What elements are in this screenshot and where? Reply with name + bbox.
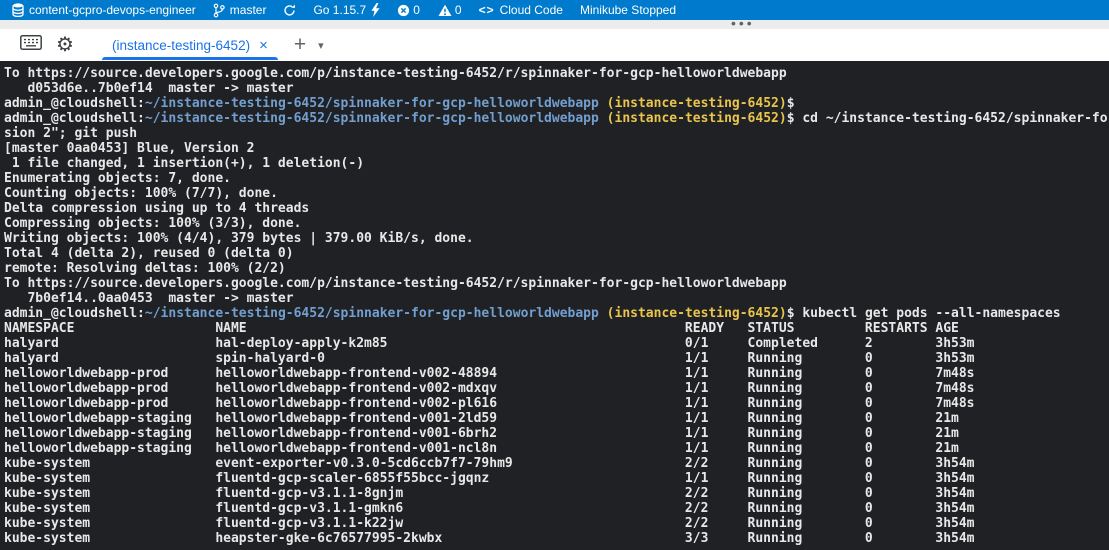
terminal-line: [master 0aa0453] Blue, Version 2 — [4, 141, 1109, 156]
terminal-line: helloworldwebapp-prod helloworldwebapp-f… — [4, 381, 1109, 396]
panel-drag-strip: ••• — [0, 20, 1109, 29]
error-count: 0 — [413, 3, 420, 17]
terminal[interactable]: To https://source.developers.google.com/… — [0, 61, 1109, 550]
statusbar-project-label: content-gcpro-devops-engineer — [29, 3, 196, 17]
statusbar-minikube-status[interactable]: Minikube Stopped — [580, 0, 676, 20]
terminal-line: Total 4 (delta 2), reused 0 (delta 0) — [4, 246, 1109, 261]
terminal-line: kube-system fluentd-gcp-v3.1.1-gmkn6 2/2… — [4, 501, 1109, 516]
terminal-line: halyard hal-deploy-apply-k2m85 0/1 Compl… — [4, 336, 1109, 351]
keyboard-icon — [20, 35, 42, 55]
terminal-line: Compressing objects: 100% (3/3), done. — [4, 216, 1109, 231]
keyboard-button[interactable] — [16, 31, 46, 59]
add-tab-button[interactable]: + — [294, 33, 306, 57]
tab-instance-testing-6452[interactable]: (instance-testing-6452) × — [100, 29, 280, 61]
terminal-line: remote: Resolving deltas: 100% (2/2) — [4, 261, 1109, 276]
terminal-line: Writing objects: 100% (4/4), 379 bytes |… — [4, 231, 1109, 246]
terminal-line: 7b0ef14..0aa0453 master -> master — [4, 291, 1109, 306]
terminal-line: helloworldwebapp-staging helloworldwebap… — [4, 426, 1109, 441]
terminal-line: helloworldwebapp-staging helloworldwebap… — [4, 411, 1109, 426]
terminal-line: sion 2"; git push — [4, 126, 1109, 141]
database-icon — [12, 3, 24, 17]
terminal-line: admin_@cloudshell:~/instance-testing-645… — [4, 111, 1109, 126]
statusbar-cloud-code[interactable]: <> Cloud Code — [479, 0, 563, 20]
tab-label: (instance-testing-6452) — [112, 38, 250, 53]
sync-icon — [283, 4, 296, 17]
statusbar-sync-button[interactable] — [283, 0, 296, 20]
terminal-line: kube-system fluentd-gcp-v3.1.1-8gnjm 2/2… — [4, 486, 1109, 501]
terminal-line: admin_@cloudshell:~/instance-testing-645… — [4, 96, 1109, 111]
status-bar: content-gcpro-devops-engineer master Go … — [0, 0, 1109, 20]
terminal-line: helloworldwebapp-prod helloworldwebapp-f… — [4, 396, 1109, 411]
chevron-down-icon[interactable]: ▾ — [318, 39, 324, 52]
terminal-line: kube-system fluentd-gcp-v3.1.1-k22jw 2/2… — [4, 516, 1109, 531]
terminal-line: helloworldwebapp-staging helloworldwebap… — [4, 441, 1109, 456]
lightning-icon — [371, 3, 380, 17]
drag-handle-dots[interactable]: ••• — [731, 15, 755, 31]
minikube-status-label: Minikube Stopped — [580, 3, 676, 17]
close-icon[interactable]: × — [259, 38, 268, 53]
terminal-line: admin_@cloudshell:~/instance-testing-645… — [4, 306, 1109, 321]
settings-button[interactable]: ⚙ — [46, 31, 76, 59]
terminal-line: To https://source.developers.google.com/… — [4, 276, 1109, 291]
terminal-output: To https://source.developers.google.com/… — [4, 66, 1109, 546]
terminal-line: helloworldwebapp-prod helloworldwebapp-f… — [4, 366, 1109, 381]
terminal-line: Counting objects: 100% (7/7), done. — [4, 186, 1109, 201]
git-branch-icon — [213, 3, 225, 18]
warning-count: 0 — [455, 3, 462, 17]
statusbar-git-branch[interactable]: master — [213, 0, 267, 20]
terminal-line: d053d6e..7b0ef14 master -> master — [4, 81, 1109, 96]
statusbar-problems[interactable]: 0 0 — [397, 0, 461, 20]
error-circle-icon — [397, 4, 410, 17]
terminal-line: 1 file changed, 1 insertion(+), 1 deleti… — [4, 156, 1109, 171]
warning-triangle-icon — [438, 4, 452, 17]
terminal-line: NAMESPACE NAME READY STATUS RESTARTS AGE — [4, 321, 1109, 336]
terminal-tab-bar: ⚙ (instance-testing-6452) × + ▾ — [0, 29, 1109, 61]
terminal-line: Delta compression using up to 4 threads — [4, 201, 1109, 216]
statusbar-go-label: Go 1.15.7 — [313, 3, 366, 17]
terminal-line: To https://source.developers.google.com/… — [4, 66, 1109, 81]
statusbar-go-version[interactable]: Go 1.15.7 — [313, 0, 380, 20]
statusbar-branch-label: master — [230, 3, 267, 17]
code-brackets-icon: <> — [479, 3, 495, 17]
terminal-line: kube-system fluentd-gcp-scaler-6855f55bc… — [4, 471, 1109, 486]
terminal-line: Enumerating objects: 7, done. — [4, 171, 1109, 186]
terminal-line: kube-system heapster-gke-6c76577995-2kwb… — [4, 531, 1109, 546]
gear-icon: ⚙ — [56, 35, 74, 55]
cloud-code-label: Cloud Code — [500, 3, 563, 17]
terminal-line: kube-system event-exporter-v0.3.0-5cd6cc… — [4, 456, 1109, 471]
terminal-line: halyard spin-halyard-0 1/1 Running 0 3h5… — [4, 351, 1109, 366]
statusbar-project[interactable]: content-gcpro-devops-engineer — [12, 0, 196, 20]
